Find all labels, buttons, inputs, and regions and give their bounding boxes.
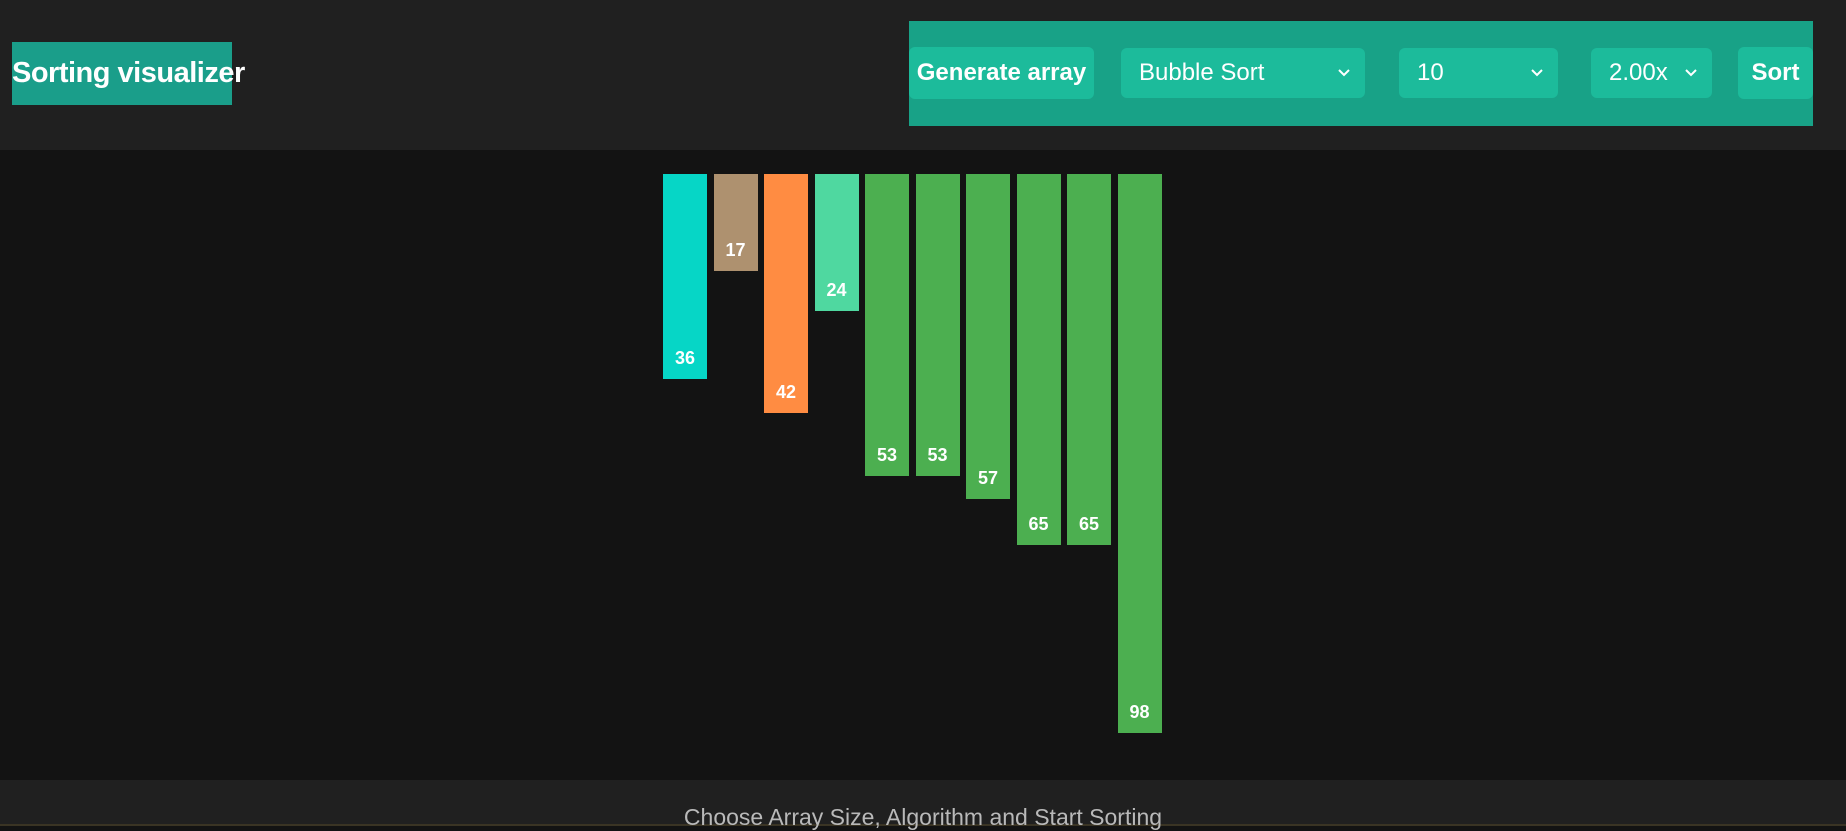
chevron-down-icon	[1530, 48, 1544, 98]
bar-value-label: 24	[826, 280, 847, 300]
bar-value-label: 53	[876, 445, 898, 465]
speed-select-value: 2.00x	[1609, 59, 1668, 86]
header: Sorting visualizer Generate array Bubble…	[0, 0, 1846, 150]
bar-value-label: 42	[775, 382, 797, 402]
chevron-down-icon	[1684, 48, 1698, 98]
array-bar: 36	[663, 174, 707, 379]
array-size-select[interactable]: 10	[1399, 48, 1558, 98]
sort-button[interactable]: Sort	[1738, 47, 1813, 99]
footer: Choose Array Size, Algorithm and Start S…	[0, 780, 1846, 830]
array-size-select-value: 10	[1417, 59, 1444, 86]
algorithm-select-value: Bubble Sort	[1139, 59, 1265, 86]
algorithm-select[interactable]: Bubble Sort	[1121, 48, 1365, 98]
bar-value-label: 98	[1129, 702, 1150, 722]
generate-array-button[interactable]: Generate array	[909, 47, 1094, 99]
array-bar: 98	[1117, 174, 1162, 733]
footer-instructions: Choose Array Size, Algorithm and Start S…	[683, 804, 1163, 830]
array-bar: 17	[713, 174, 758, 271]
array-bar: 53	[915, 174, 960, 476]
bar-value-label: 17	[725, 240, 746, 260]
array-bar: 24	[814, 174, 859, 311]
bar-value-label: 65	[1078, 514, 1100, 534]
app-title: Sorting visualizer	[12, 42, 245, 105]
speed-select[interactable]: 2.00x	[1591, 48, 1712, 98]
array-bar: 65	[1067, 174, 1111, 545]
chevron-down-icon	[1337, 48, 1351, 98]
visualization-area: 36 17 42 24 53 53 57 65 65 98	[0, 150, 1846, 780]
bar-value-label: 65	[1028, 514, 1049, 534]
array-bar: 57	[966, 174, 1010, 499]
array-bar: 65	[1016, 174, 1061, 545]
bar-value-label: 57	[977, 468, 999, 488]
bar-value-label: 53	[927, 445, 948, 465]
array-bar: 53	[865, 174, 909, 476]
array-bar: 42	[764, 174, 808, 413]
controls-panel: Generate array Bubble Sort 10 2.00x Sort	[909, 21, 1813, 126]
bar-value-label: 36	[674, 348, 696, 368]
